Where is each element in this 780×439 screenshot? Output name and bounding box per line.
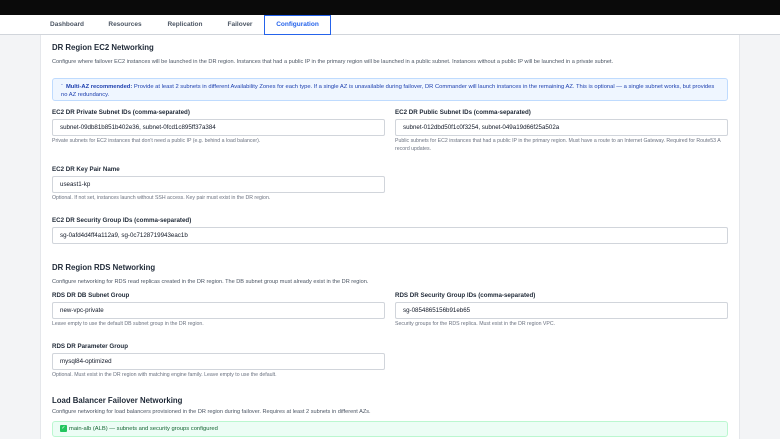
note-bold-text: Multi-AZ recommended: [65, 84, 133, 90]
rds-subnet-group-label: RDS DR DB Subnet Group [52, 292, 130, 299]
ec2-section-title: DR Region EC2 Networking [52, 43, 154, 52]
ec2-section-description: Configure where failover EC2 instances w… [52, 59, 614, 65]
ec2-security-groups-input[interactable]: sg-0afd4d4ff4a112a9, sg-0c7128719943eac1… [52, 227, 728, 244]
rds-section-title: DR Region RDS Networking [52, 263, 156, 272]
private-subnets-input[interactable]: subnet-09db81b851b402e36, subnet-0fcd1c8… [52, 119, 385, 136]
rds-subnet-group-help: Leave empty to use the default DB subnet… [52, 321, 204, 327]
rds-parameter-group-help: Optional. Must exist in the DR region wi… [52, 372, 277, 378]
rds-parameter-group-input[interactable]: mysql84-optimized [52, 353, 385, 370]
window-top-bar [0, 0, 780, 15]
tab-dashboard[interactable]: Dashboard [40, 15, 94, 35]
rds-security-groups-input[interactable]: sg-0854865156b91eb65 [395, 302, 728, 319]
rds-security-groups-help: Security groups for the RDS replica. Mus… [395, 321, 556, 327]
lb-section-description: Configure networking for load balancers … [52, 409, 371, 415]
private-subnets-label: EC2 DR Private Subnet IDs (comma-separat… [52, 109, 190, 116]
info-icon: ˉ [61, 84, 63, 90]
key-pair-help: Optional. If not set, instances launch w… [52, 195, 271, 201]
ec2-security-groups-label: EC2 DR Security Group IDs (comma-separat… [52, 217, 192, 224]
public-subnets-input[interactable]: subnet-012dbd50f1c0f3254, subnet-049a19d… [395, 119, 728, 136]
private-subnets-help: Private subnets for EC2 instances that d… [52, 138, 261, 144]
key-pair-input[interactable]: useast1-kp [52, 176, 385, 193]
lb-section-title: Load Balancer Failover Networking [52, 396, 183, 405]
nav-tabs: Dashboard Resources Replication Failover… [0, 15, 780, 35]
lb-status-text: main-alb (ALB) — subnets and security gr… [69, 426, 218, 432]
check-icon: ✓ [60, 424, 67, 432]
public-subnets-help: Public subnets for EC2 instances that ha… [395, 138, 721, 152]
multi-az-note: ˉ Multi-AZ recommended: Provide at least … [52, 78, 728, 101]
rds-subnet-group-input[interactable]: new-vpc-private [52, 302, 385, 319]
public-subnets-label: EC2 DR Public Subnet IDs (comma-separate… [395, 109, 531, 116]
note-text: Provide at least 2 subnets in different … [61, 84, 715, 98]
tab-configuration[interactable]: Configuration [264, 15, 331, 35]
rds-security-groups-label: RDS DR Security Group IDs (comma-separat… [395, 292, 536, 299]
key-pair-label: EC2 DR Key Pair Name [52, 166, 120, 173]
lb-status-banner: ✓ main-alb (ALB) — subnets and security g… [52, 421, 728, 437]
rds-parameter-group-label: RDS DR Parameter Group [52, 343, 128, 350]
tab-resources[interactable]: Resources [98, 15, 152, 35]
rds-section-description: Configure networking for RDS read replic… [52, 279, 369, 285]
tab-replication[interactable]: Replication [156, 15, 214, 35]
tab-failover[interactable]: Failover [218, 15, 262, 35]
